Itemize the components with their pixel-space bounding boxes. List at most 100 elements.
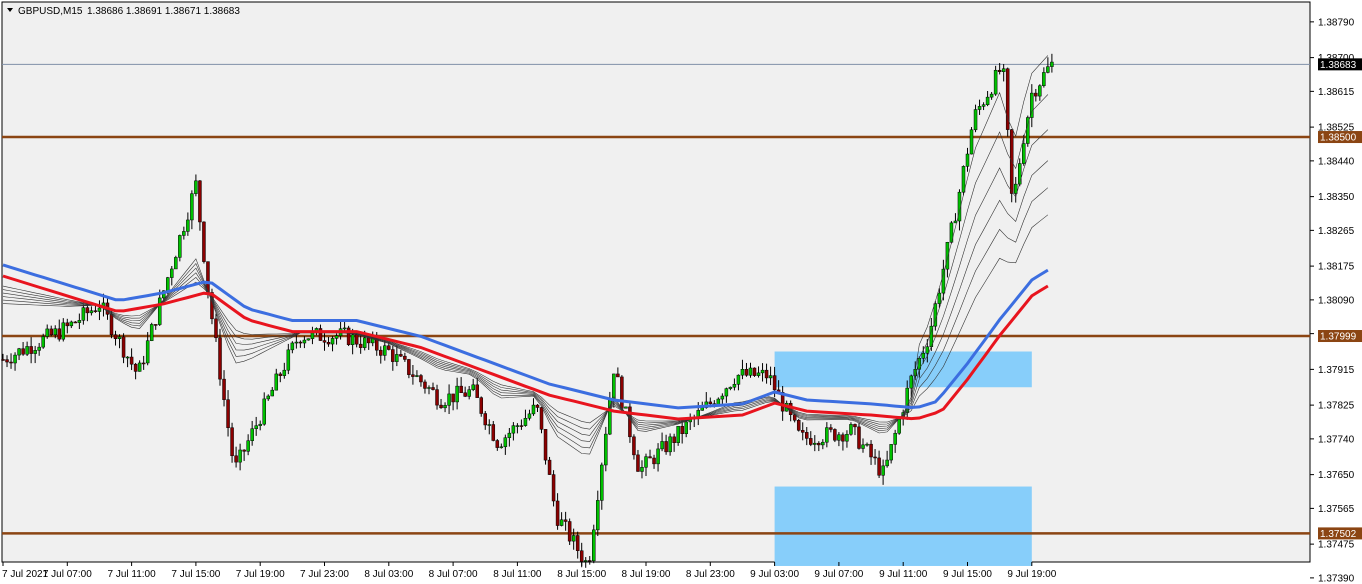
candle-body (821, 441, 825, 446)
candle-body (965, 153, 970, 167)
candle-body (628, 406, 632, 438)
candle-body (604, 433, 608, 466)
candle-body (149, 324, 154, 341)
candle-body (841, 434, 845, 442)
candle-body (833, 429, 837, 441)
candle-body (190, 193, 194, 221)
candle-body (455, 385, 459, 403)
candle-body (69, 321, 74, 327)
candle-body (531, 404, 536, 415)
candle-body (800, 430, 805, 433)
candle-body (700, 407, 705, 411)
candle-body (760, 369, 765, 374)
candle-body (354, 334, 359, 345)
candle-body (399, 354, 403, 357)
candle-body (415, 375, 419, 377)
candle-body (487, 424, 492, 426)
candle-body (708, 401, 713, 404)
candle-body (997, 69, 1002, 72)
x-tick-label: 7 Jul 19:00 (236, 569, 285, 580)
candle-body (796, 420, 801, 431)
candle-body (632, 436, 636, 456)
candle-body (17, 348, 21, 356)
candle-body (985, 96, 990, 105)
candle-body (282, 369, 287, 376)
candle-body (587, 560, 592, 562)
candle-body (85, 307, 90, 314)
candle-body (330, 338, 335, 345)
candle-body (391, 349, 395, 362)
candle-body (21, 348, 25, 355)
candle-body (977, 106, 982, 110)
candle-body (439, 404, 443, 409)
candle-body (230, 427, 234, 457)
candle-body (250, 428, 254, 441)
candle-body (817, 442, 821, 446)
candle-body (278, 373, 283, 376)
candle-body (198, 180, 202, 223)
candle-body (77, 320, 82, 323)
candle-body (881, 465, 885, 476)
plot-area[interactable] (1, 1, 1311, 563)
x-tick-label: 8 Jul 11:00 (493, 569, 542, 580)
candle-body (53, 328, 57, 336)
x-tick-label: 9 Jul 11:00 (879, 569, 928, 580)
candle-body (652, 457, 656, 465)
candle-body (270, 389, 275, 397)
candle-body (49, 328, 53, 336)
candle-body (302, 339, 307, 344)
candle-body (141, 362, 146, 365)
candle-body (157, 297, 162, 325)
x-tick-label: 7 Jul 07:00 (43, 569, 92, 580)
candle-body (366, 337, 371, 344)
candle-body (648, 456, 652, 459)
candle-body (853, 424, 857, 428)
candle-body (89, 310, 94, 314)
price-chart[interactable]: 1.387901.387001.386151.385251.384401.383… (0, 0, 1362, 584)
candle-body (387, 345, 391, 350)
candle-body (728, 386, 733, 389)
candle-body (483, 413, 487, 426)
candle-body (133, 363, 138, 372)
candle-body (624, 406, 628, 409)
candle-body (636, 454, 640, 472)
candle-body (5, 359, 9, 363)
level-price-label: 1.37502 (1320, 529, 1357, 540)
current-price-label: 1.38683 (1320, 60, 1357, 71)
candle-body (443, 405, 447, 409)
candle-body (740, 369, 745, 376)
candle-body (893, 432, 897, 445)
candle-body (186, 219, 190, 232)
candle-body (290, 342, 295, 351)
y-tick-label: 1.37825 (1318, 401, 1355, 412)
candle-body (961, 166, 966, 193)
candle-body (499, 446, 504, 449)
x-tick-label: 7 Jul 15:00 (171, 569, 220, 580)
candle-body (825, 427, 829, 443)
candle-body (865, 443, 869, 446)
candle-body (254, 425, 258, 429)
x-tick-label: 7 Jul 23:00 (300, 569, 349, 580)
candle-body (640, 467, 644, 472)
candle-body (65, 322, 70, 327)
candle-body (969, 129, 974, 155)
candle-body (672, 436, 676, 443)
candle-body (495, 440, 500, 448)
candle-body (571, 535, 576, 542)
candle-body (174, 257, 178, 270)
candle-body (218, 337, 222, 380)
candle-body (575, 535, 580, 551)
candle-body (178, 235, 182, 258)
y-tick-label: 1.38790 (1318, 17, 1355, 28)
candle-body (57, 328, 62, 340)
candle-body (9, 361, 13, 364)
candle-body (214, 318, 218, 339)
candle-body (1034, 92, 1038, 97)
x-tick-label: 9 Jul 19:00 (1007, 569, 1056, 580)
candle-body (744, 369, 749, 376)
candle-body (262, 398, 266, 425)
candle-body (616, 373, 620, 378)
candle-body (869, 443, 873, 458)
y-tick-label: 1.37565 (1318, 504, 1355, 515)
chart-window: 1.387901.387001.386151.385251.384401.383… (0, 0, 1362, 584)
